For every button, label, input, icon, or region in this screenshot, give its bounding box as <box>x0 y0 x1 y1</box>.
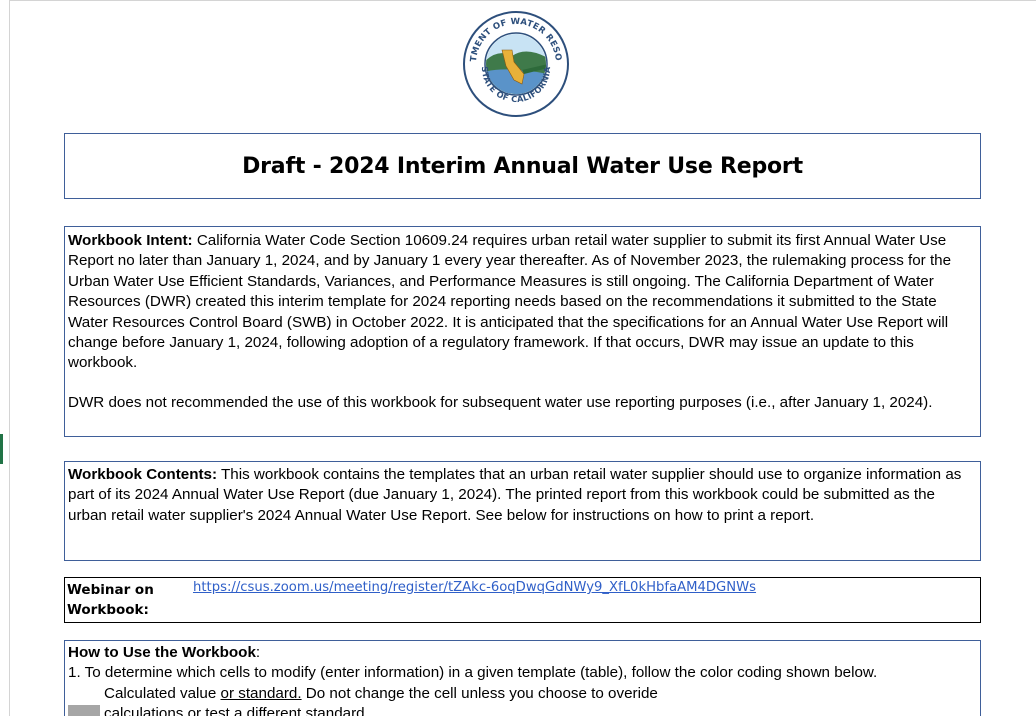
workbook-contents-cell[interactable]: Workbook Contents: This workbook contain… <box>64 461 981 561</box>
calculated-value-legend-line2: calculations or test a different standar… <box>104 705 369 716</box>
title-cell[interactable]: Draft - 2024 Interim Annual Water Use Re… <box>64 133 981 199</box>
calculated-value-legend: Calculated value or standard. Do not cha… <box>68 684 977 704</box>
page-title: Draft - 2024 Interim Annual Water Use Re… <box>242 153 803 179</box>
calc-suffix: Do not change the cell unless you choose… <box>301 684 658 702</box>
how-to-use-cell[interactable]: How to Use the Workbook: 1. To determine… <box>64 640 981 716</box>
column-header-divider <box>9 0 1036 1</box>
dwr-seal-logo: DEPARTMENT OF WATER RESOURCES STATE OF C… <box>462 10 569 117</box>
intent-note: DWR does not recommended the use of this… <box>68 393 933 411</box>
selected-row-indicator <box>0 434 3 464</box>
workbook-intent-cell[interactable]: Workbook Intent: California Water Code S… <box>64 226 981 437</box>
howto-colon: : <box>255 644 261 661</box>
howto-heading: How to Use the Workbook <box>68 644 256 661</box>
intent-paragraph: Workbook Intent: California Water Code S… <box>68 231 977 374</box>
calc-prefix: Calculated value <box>104 684 221 702</box>
calc-underlined: or standard. <box>220 684 302 702</box>
webinar-label: Webinar on Workbook: <box>67 582 154 618</box>
row-header-gutter <box>0 0 10 716</box>
contents-paragraph: Workbook Contents: This workbook contain… <box>68 465 977 526</box>
howto-title: How to Use the Workbook: <box>68 643 977 663</box>
contents-heading: Workbook Contents: <box>68 466 218 483</box>
webinar-registration-link[interactable]: https://csus.zoom.us/meeting/register/tZ… <box>193 580 756 595</box>
webinar-cell[interactable]: Webinar on Workbook: https://csus.zoom.u… <box>64 577 981 623</box>
howto-step-1: 1. To determine which cells to modify (e… <box>68 664 878 682</box>
gray-color-swatch <box>68 705 100 716</box>
intent-heading: Workbook Intent: <box>68 232 193 249</box>
intent-body: California Water Code Section 10609.24 r… <box>68 232 952 372</box>
